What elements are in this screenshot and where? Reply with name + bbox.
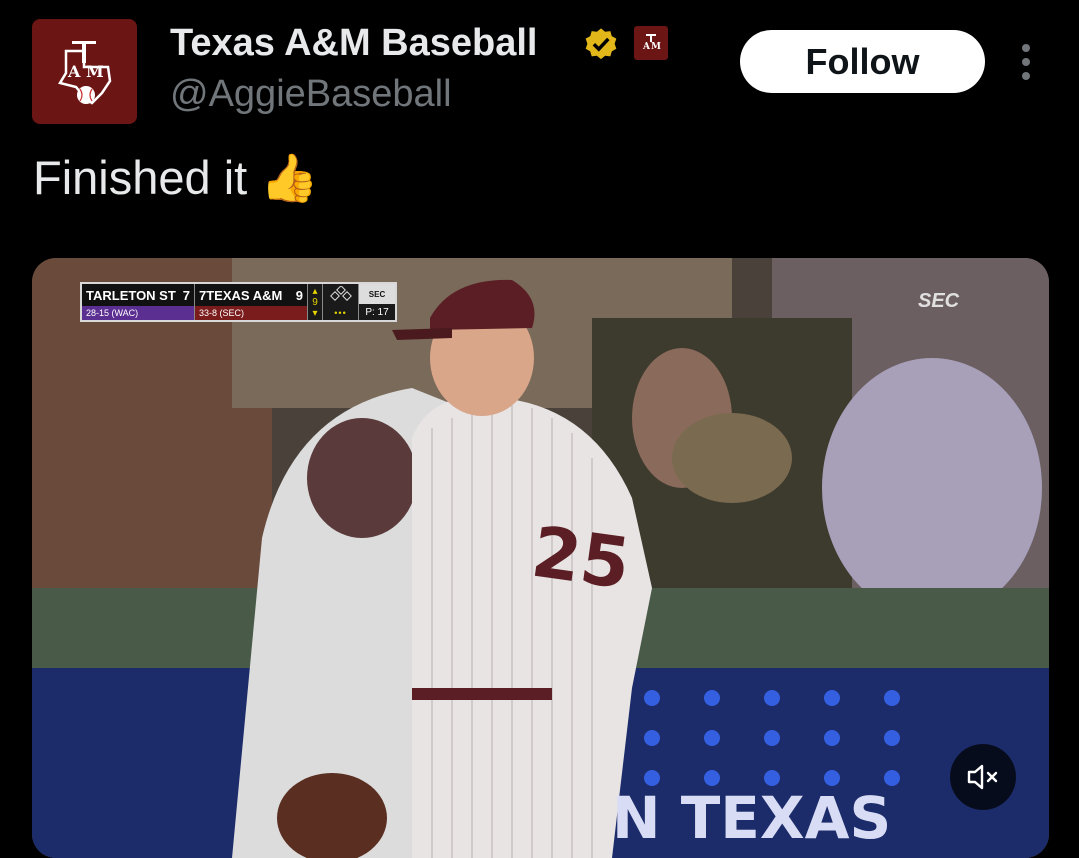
away-team: TARLETON ST 7 28-15 (WAC) — [82, 284, 195, 320]
inning-down-arrow-icon: ▾ — [312, 307, 318, 319]
svg-text:M: M — [651, 42, 661, 52]
svg-text:A: A — [642, 42, 651, 52]
bases-display: ••• — [323, 284, 359, 320]
account-avatar[interactable]: A M — [32, 19, 137, 124]
inning-indicator: ▴ 9 ▾ — [308, 284, 323, 320]
away-score: 7 — [182, 287, 190, 303]
texas-atm-baseball-logo-icon: A M — [57, 40, 111, 105]
tweet-text: Finished it 👍 — [33, 151, 319, 204]
home-team: 7TEXAS A&M 9 33-8 (SEC) — [195, 284, 308, 320]
away-record: 28-15 (WAC) — [82, 306, 194, 320]
more-dot — [1022, 44, 1030, 52]
home-score: 9 — [295, 287, 303, 303]
bases-diamond-icon — [329, 286, 352, 301]
mute-button[interactable] — [950, 744, 1016, 810]
account-handle[interactable]: @AggieBaseball — [170, 73, 452, 116]
volume-muted-icon — [967, 764, 998, 790]
network-box: SEC P: 17 — [359, 284, 395, 320]
inning-number: 9 — [312, 296, 318, 308]
svg-text:A: A — [67, 62, 81, 81]
more-options-icon[interactable] — [1012, 40, 1040, 84]
network-corner-logo: SEC — [918, 290, 960, 312]
follow-button[interactable]: Follow — [740, 30, 985, 93]
tweet-video[interactable]: 25 N TEXAS TARLETON ST 7 28-15 (WAC) 7TEX… — [32, 258, 1049, 858]
atm-affiliate-logo-icon: A M — [642, 34, 661, 52]
more-dot — [1022, 72, 1030, 80]
video-frame: 25 N TEXAS — [32, 258, 1049, 858]
outs-indicator: ••• — [334, 308, 347, 318]
verified-badge-icon — [585, 28, 617, 60]
network-logo: SEC — [359, 284, 395, 304]
affiliate-badge-icon[interactable]: A M — [634, 26, 668, 60]
away-team-name: TARLETON ST — [86, 287, 176, 303]
inning-up-arrow-icon: ▴ — [312, 285, 318, 297]
banner-text: N TEXAS — [612, 784, 891, 852]
svg-text:M: M — [86, 62, 104, 81]
more-dot — [1022, 58, 1030, 66]
home-team-name: 7TEXAS A&M — [199, 287, 283, 303]
jersey-number: 25 — [527, 511, 635, 606]
home-record: 33-8 (SEC) — [195, 306, 307, 320]
scorebug: TARLETON ST 7 28-15 (WAC) 7TEXAS A&M 9 33-… — [80, 282, 397, 322]
account-display-name[interactable]: Texas A&M Baseball — [170, 22, 537, 65]
pitch-count: P: 17 — [365, 306, 389, 318]
